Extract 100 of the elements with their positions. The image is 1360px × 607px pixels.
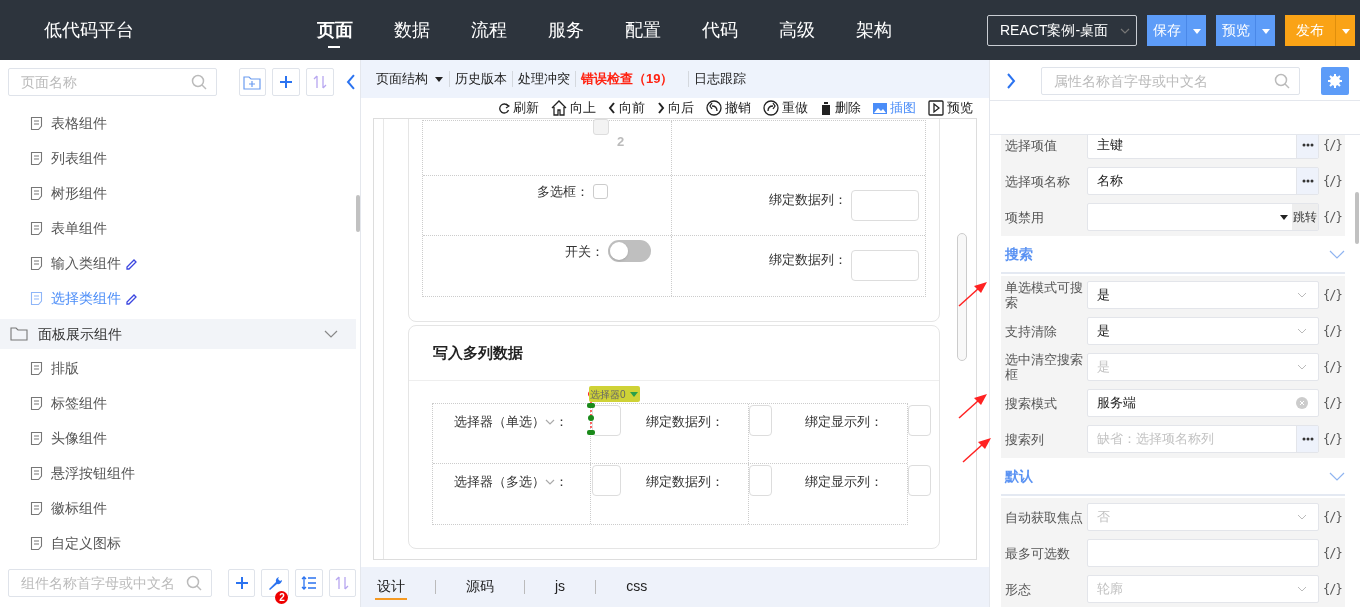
bottom-tab[interactable]: 源码 xyxy=(464,574,496,600)
more-icon xyxy=(1301,143,1314,147)
input-field[interactable] xyxy=(908,465,931,496)
toolbar-button[interactable]: 向后 xyxy=(657,98,694,118)
editor-tab[interactable]: 日志跟踪 xyxy=(694,69,747,89)
caret-icon xyxy=(1120,26,1130,35)
property-search-field[interactable]: 属性名称首字母或中文名 xyxy=(1041,67,1300,95)
page-icon xyxy=(30,466,43,481)
selection-tag[interactable]: 选择器0 xyxy=(589,386,640,402)
toolbar-button[interactable]: 向上 xyxy=(551,98,596,118)
scrollbar[interactable] xyxy=(957,233,967,361)
toggle-switch[interactable] xyxy=(608,240,651,262)
sort-icon xyxy=(335,575,350,591)
binding-toggle[interactable]: {/} xyxy=(1323,508,1342,526)
input-field[interactable] xyxy=(851,190,919,221)
binding-toggle[interactable]: {/} xyxy=(1323,544,1342,562)
binding-toggle[interactable]: {/} xyxy=(1323,322,1342,340)
toolbar-button[interactable]: 重做 xyxy=(763,98,808,118)
chevron-down-icon xyxy=(1297,364,1307,370)
input-field[interactable] xyxy=(748,465,772,496)
tree-item[interactable]: 悬浮按钮组件 xyxy=(0,456,360,491)
input-field[interactable] xyxy=(748,405,772,436)
select-field[interactable] xyxy=(592,405,622,436)
property-label: 搜索模式 xyxy=(1004,395,1058,411)
project-select[interactable]: REACT案例-桌面 xyxy=(987,15,1137,46)
tree-item[interactable]: 排版 xyxy=(0,351,360,386)
select-field[interactable]: 是 xyxy=(1087,281,1319,309)
toolbar-button[interactable]: 预览 xyxy=(928,98,973,118)
toolbar-button[interactable]: 删除 xyxy=(820,98,861,118)
component-search-field[interactable]: 组件名称首字母或中文名 xyxy=(8,569,213,597)
input-field[interactable] xyxy=(908,405,931,436)
play-icon xyxy=(928,100,944,116)
bottom-tab[interactable]: js xyxy=(553,574,568,600)
editor-tab[interactable]: 处理冲突 xyxy=(518,69,570,89)
editor-tab[interactable]: 历史版本 xyxy=(455,69,507,89)
input-field[interactable]: 主键 xyxy=(1087,135,1319,159)
property-label: 支持清除 xyxy=(1004,323,1058,339)
checkbox[interactable] xyxy=(593,184,608,199)
nav-tab[interactable]: 高级 xyxy=(778,0,855,60)
select-field[interactable]: 是 xyxy=(1087,317,1319,345)
nav-tab[interactable]: 页面 xyxy=(316,0,393,60)
chevron-left-icon[interactable] xyxy=(346,74,356,90)
binding-toggle[interactable]: {/} xyxy=(1323,394,1342,412)
bottom-tab[interactable]: 设计 xyxy=(375,574,407,600)
binding-toggle[interactable]: {/} xyxy=(1323,136,1342,154)
binding-toggle[interactable]: {/} xyxy=(1323,580,1342,598)
field-label: 开关： xyxy=(565,243,604,261)
caret-icon xyxy=(434,75,444,83)
tree-item[interactable]: 树形组件 xyxy=(0,176,360,211)
scrollbar[interactable] xyxy=(356,195,360,232)
settings-button[interactable] xyxy=(1321,67,1349,95)
nav-tab[interactable]: 数据 xyxy=(393,0,470,60)
jump-link[interactable]: 跳转 xyxy=(1292,204,1318,230)
select-field[interactable]: 服务端 xyxy=(1087,389,1319,417)
nav-tab[interactable]: 架构 xyxy=(855,0,932,60)
caret-icon xyxy=(628,390,639,398)
tree-item[interactable]: 标签组件 xyxy=(0,386,360,421)
input-field[interactable] xyxy=(1087,539,1319,567)
binding-toggle[interactable]: {/} xyxy=(1323,430,1342,448)
scrollbar[interactable] xyxy=(1355,192,1359,244)
input-field[interactable] xyxy=(851,250,919,281)
chevron-down-icon xyxy=(1297,328,1307,334)
binding-toggle[interactable]: {/} xyxy=(1323,172,1342,190)
page-search-field[interactable]: 页面名称 xyxy=(8,68,217,96)
chevron-down-icon xyxy=(1329,471,1345,481)
clear-icon[interactable] xyxy=(1296,397,1308,409)
sort-button[interactable] xyxy=(306,68,335,96)
tree-item[interactable]: 列表组件 xyxy=(0,141,360,176)
sort-button[interactable] xyxy=(328,569,356,597)
binding-toggle[interactable]: {/} xyxy=(1323,208,1342,226)
add-button[interactable] xyxy=(272,68,301,96)
tree-item[interactable]: 头像组件 xyxy=(0,421,360,456)
tree-item[interactable]: 自定义图标 xyxy=(0,526,360,561)
toolbar-button[interactable]: 向前 xyxy=(608,98,645,118)
toolbar-button[interactable]: 刷新 xyxy=(498,98,539,118)
nav-tab[interactable]: 流程 xyxy=(470,0,547,60)
binding-toggle[interactable]: {/} xyxy=(1323,286,1342,304)
binding-toggle[interactable]: {/} xyxy=(1323,358,1342,376)
editor-tab[interactable]: 页面结构 xyxy=(376,69,444,89)
nav-tab[interactable]: 代码 xyxy=(701,0,778,60)
toolbar-button[interactable]: 撤销 xyxy=(706,98,751,118)
select-field[interactable] xyxy=(592,465,622,496)
tree-item[interactable]: 输入类组件 xyxy=(0,246,360,281)
tree-item[interactable]: 表格组件 xyxy=(0,106,360,141)
bottom-tab[interactable]: css xyxy=(624,574,650,600)
list-button[interactable] xyxy=(295,569,323,597)
chevron-down-icon xyxy=(1297,586,1307,592)
page-icon xyxy=(30,256,43,271)
new-folder-button[interactable] xyxy=(238,68,267,96)
add-button[interactable] xyxy=(228,569,256,597)
input-field[interactable]: 名称 xyxy=(1087,167,1319,195)
nav-tab[interactable]: 配置 xyxy=(624,0,701,60)
nav-tab[interactable]: 服务 xyxy=(547,0,624,60)
select-field[interactable]: 跳转 xyxy=(1087,203,1319,231)
tree-folder[interactable]: 面板展示组件 xyxy=(0,319,356,349)
tree-item[interactable]: 徽标组件 xyxy=(0,491,360,526)
chevron-right-icon[interactable] xyxy=(1006,73,1016,89)
undo-icon xyxy=(706,100,722,116)
tree-item[interactable]: 表单组件 xyxy=(0,211,360,246)
property-label: 形态 xyxy=(1004,581,1032,597)
